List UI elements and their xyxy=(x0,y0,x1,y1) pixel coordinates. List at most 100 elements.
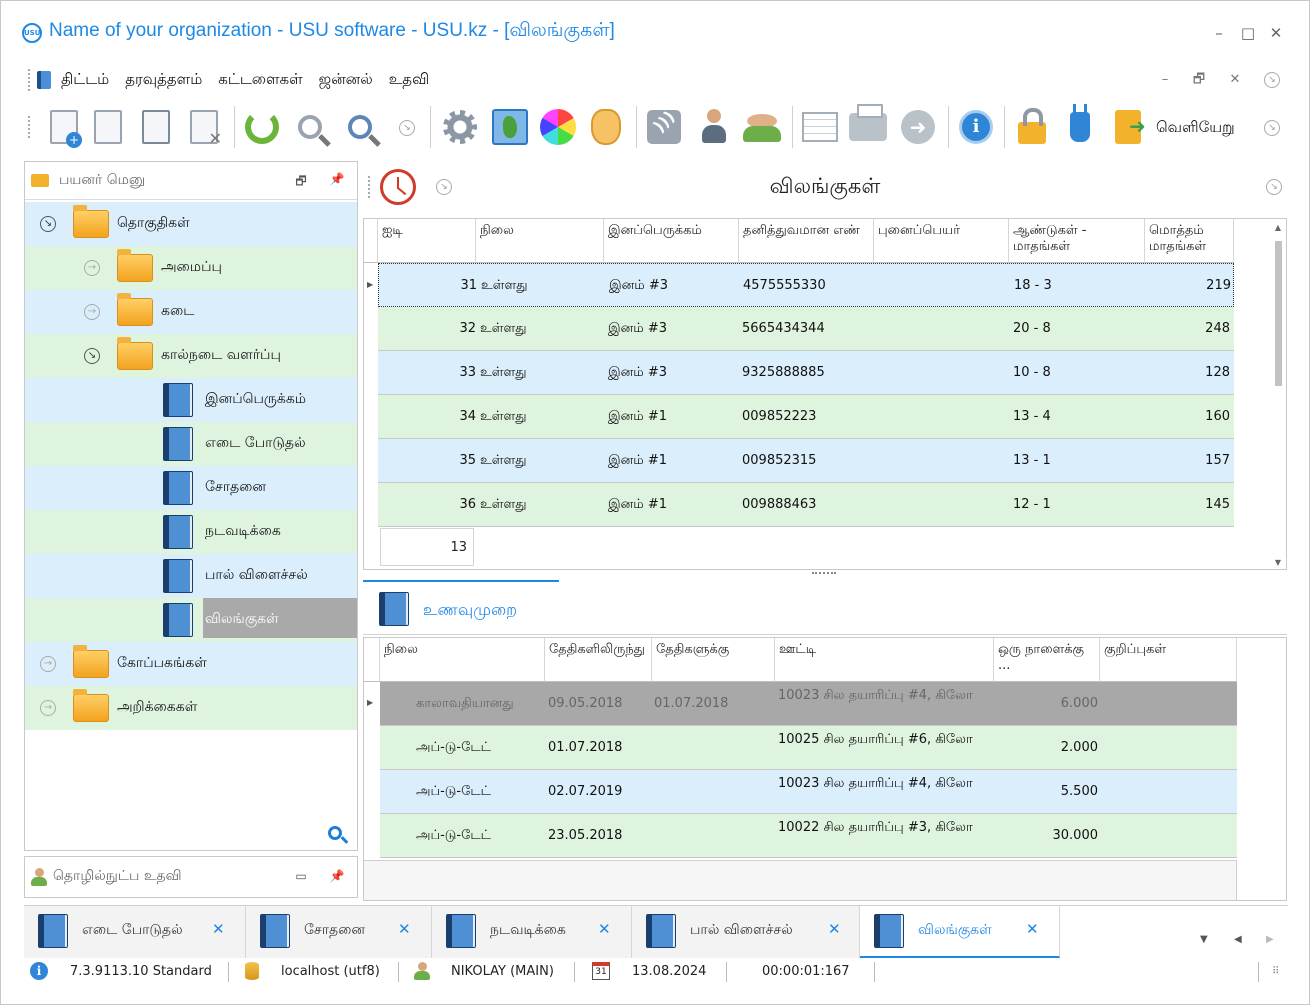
lock-icon[interactable] xyxy=(1010,104,1054,150)
tree-node-organization[interactable]: → அமைப்பு xyxy=(25,246,357,290)
toolbar-grip[interactable] xyxy=(28,116,31,138)
table-row[interactable]: ▶ காலாவதியானது 09.05.2018 01.07.2018 100… xyxy=(367,682,1237,726)
hand-icon[interactable] xyxy=(584,104,628,150)
scroll-down-icon[interactable]: ▼ xyxy=(1272,558,1284,567)
window-close-button[interactable]: ✕ xyxy=(1265,22,1287,44)
window-maximize-button[interactable]: □ xyxy=(1237,22,1259,44)
tree-node-modules[interactable]: ↘ தொகுதிகள் xyxy=(25,202,357,246)
tree-node-inspection[interactable]: சோதனை xyxy=(25,466,357,510)
doc-tab-weighing[interactable]: எடை போடுதல் ✕ xyxy=(24,906,246,958)
column-header-date-from[interactable]: தேதிகளிலிருந்து xyxy=(545,638,652,682)
panel-splitter[interactable] xyxy=(812,572,836,576)
tree-node-activity[interactable]: நடவடிக்கை xyxy=(25,510,357,554)
table-row[interactable]: ▶ 31 உள்ளது இனம் #3 4575555330 18 - 3 21… xyxy=(367,263,1234,307)
tree-search-icon[interactable] xyxy=(328,826,342,840)
tree-node-livestock[interactable]: ↘ கால்நடை வளர்ப்பு xyxy=(25,334,357,378)
scrollbar-thumb[interactable] xyxy=(1275,241,1282,386)
advanced-search-icon[interactable] xyxy=(338,104,382,150)
menu-database[interactable]: தரவுத்தளம் xyxy=(125,70,202,90)
tree-node-animals[interactable]: விலங்குகள் xyxy=(25,598,357,642)
column-header-feed[interactable]: ஊட்டி xyxy=(775,638,994,682)
tree-node-milk-yield[interactable]: பால் விளைச்சல் xyxy=(25,554,357,598)
info-icon[interactable]: i xyxy=(954,104,998,150)
doc-tab-animals[interactable]: விலங்குகள் ✕ xyxy=(860,906,1060,958)
expand-icon[interactable]: → xyxy=(84,260,100,276)
column-header-total-months[interactable]: மொத்தம் மாதங்கள் xyxy=(1145,219,1234,263)
table-row[interactable]: அப்-டு-டேட் 01.07.2018 10025 சில தயாரிப்… xyxy=(380,726,1237,770)
table-row[interactable]: அப்-டு-டேட் 23.05.2018 10022 சில தயாரிப்… xyxy=(380,814,1237,858)
tree-node-directories[interactable]: → கோப்பகங்கள் xyxy=(25,642,357,686)
tree-node-reports[interactable]: → அறிக்கைகள் xyxy=(25,686,357,730)
tree-node-weighing[interactable]: எடை போடுதல் xyxy=(25,422,357,466)
vertical-scrollbar[interactable]: ▲ ▼ xyxy=(1272,223,1284,567)
users-group-icon[interactable] xyxy=(740,104,784,150)
panel-float-icon[interactable]: 🗗 xyxy=(293,172,309,188)
column-header-notes[interactable]: குறிப்புகள் xyxy=(1100,638,1237,682)
refresh-icon[interactable] xyxy=(240,104,284,150)
column-header-nickname[interactable]: புனைப்பெயர் xyxy=(874,219,1009,263)
new-document-icon[interactable]: + xyxy=(42,104,86,150)
column-header-age[interactable]: ஆண்டுகள் - மாதங்கள் xyxy=(1009,219,1145,263)
close-tab-icon[interactable]: ✕ xyxy=(398,920,411,938)
delete-document-icon[interactable]: ✕ xyxy=(182,104,226,150)
expand-icon[interactable]: → xyxy=(40,656,56,672)
table-grid-icon[interactable] xyxy=(798,104,842,150)
copy-document-icon[interactable] xyxy=(86,104,130,150)
color-wheel-icon[interactable] xyxy=(536,104,580,150)
printer-icon[interactable] xyxy=(846,104,890,150)
window-minimize-button[interactable]: – xyxy=(1208,22,1230,44)
column-header-unique-number[interactable]: தனித்துவமான எண் xyxy=(739,219,874,263)
settings-gear-icon[interactable] xyxy=(438,104,482,150)
map-icon[interactable] xyxy=(488,104,532,150)
toolbar-customize-icon[interactable]: ↘ xyxy=(399,120,415,136)
exit-button-label[interactable]: வெளியேறு xyxy=(1156,118,1235,138)
collapse-icon[interactable]: ↘ xyxy=(84,348,100,364)
table-row[interactable]: 35 உள்ளது இனம் #1 009852315 13 - 1 157 xyxy=(378,439,1234,483)
close-tab-icon[interactable]: ✕ xyxy=(212,920,225,938)
edit-document-icon[interactable] xyxy=(134,104,178,150)
column-header-breed[interactable]: இனப்பெருக்கம் xyxy=(604,219,739,263)
menu-help[interactable]: உதவி xyxy=(389,70,429,90)
expand-icon[interactable]: → xyxy=(84,304,100,320)
close-tab-icon[interactable]: ✕ xyxy=(1026,920,1039,938)
technical-help-panel[interactable]: தொழில்நுட்ப உதவி ▭ 📌 xyxy=(24,856,358,898)
user-key-icon[interactable] xyxy=(692,104,736,150)
forward-arrow-icon[interactable]: ➜ xyxy=(896,104,940,150)
table-row[interactable]: 36 உள்ளது இனம் #1 009888463 12 - 1 145 xyxy=(378,483,1234,527)
menu-grip[interactable] xyxy=(28,69,31,91)
rss-icon[interactable] xyxy=(642,104,686,150)
column-header-per-day[interactable]: ஒரு நாளைக்கு ... xyxy=(994,638,1100,682)
table-row[interactable]: 33 உள்ளது இனம் #3 9325888885 10 - 8 128 xyxy=(378,351,1234,395)
panel-float-icon[interactable]: ▭ xyxy=(293,869,309,885)
mdi-restore-button[interactable]: 🗗 xyxy=(1189,70,1209,90)
tab-diet[interactable]: உணவுமுறை xyxy=(363,580,559,634)
mdi-minimize-button[interactable]: – xyxy=(1155,70,1175,90)
tree-node-store[interactable]: → கடை xyxy=(25,290,357,334)
close-tab-icon[interactable]: ✕ xyxy=(828,920,841,938)
column-header-date-to[interactable]: தேதிகளுக்கு xyxy=(652,638,775,682)
menu-program[interactable]: திட்டம் xyxy=(61,70,109,90)
expand-icon[interactable]: → xyxy=(40,700,56,716)
column-header-id[interactable]: ஐடி xyxy=(378,219,476,263)
search-icon[interactable] xyxy=(288,104,332,150)
panel-pin-icon[interactable]: 📌 xyxy=(329,172,345,188)
toolbar-overflow-icon[interactable]: ↘ xyxy=(1264,120,1280,136)
table-row[interactable]: அப்-டு-டேட் 02.07.2019 10023 சில தயாரிப்… xyxy=(380,770,1237,814)
close-tab-icon[interactable]: ✕ xyxy=(598,920,611,938)
table-row[interactable]: 34 உள்ளது இனம் #1 009852223 13 - 4 160 xyxy=(378,395,1234,439)
column-header-status[interactable]: நிலை xyxy=(380,638,545,682)
menu-customize-icon[interactable]: ↘ xyxy=(1264,72,1280,88)
tab-scroll-right-icon[interactable]: ▶ xyxy=(1266,934,1274,945)
menu-commands[interactable]: கட்டளைகள் xyxy=(218,70,302,90)
doc-tab-activity[interactable]: நடவடிக்கை ✕ xyxy=(432,906,632,958)
doc-tab-milk-yield[interactable]: பால் விளைச்சல் ✕ xyxy=(632,906,860,958)
tab-scroll-left-icon[interactable]: ◀ xyxy=(1234,934,1242,945)
scroll-up-icon[interactable]: ▲ xyxy=(1272,223,1284,232)
tree-node-breeding[interactable]: இனப்பெருக்கம் xyxy=(25,378,357,422)
panel-pin-icon[interactable]: 📌 xyxy=(329,869,345,885)
resize-grip-icon[interactable]: ⠿ xyxy=(1272,966,1279,977)
doc-tab-inspection[interactable]: சோதனை ✕ xyxy=(246,906,432,958)
menu-window[interactable]: ஜன்னல் xyxy=(319,70,373,90)
column-header-status[interactable]: நிலை xyxy=(476,219,604,263)
mdi-close-button[interactable]: ✕ xyxy=(1225,70,1245,90)
